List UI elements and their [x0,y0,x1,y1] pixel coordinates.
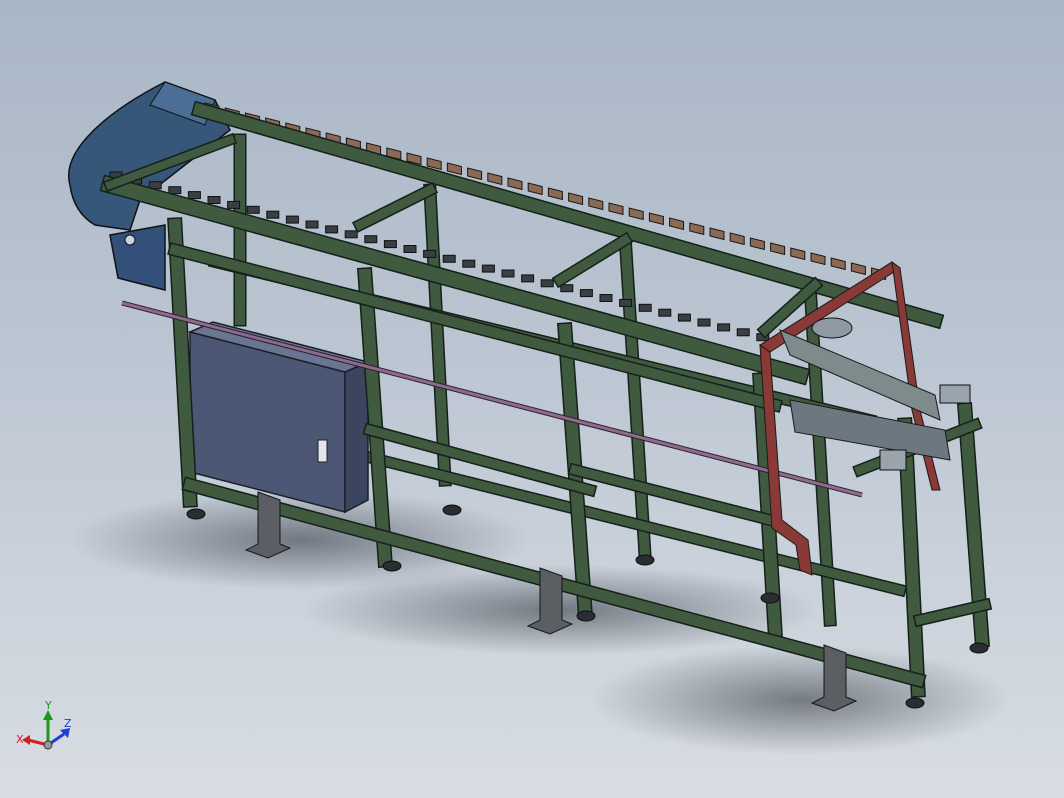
chain-link [462,259,476,268]
conveyor-slat [487,172,503,186]
chain-link [168,186,182,195]
leveling-foot [760,592,780,604]
conveyor-slat [568,192,584,206]
chain-link [207,196,221,204]
conveyor-slat [628,207,644,221]
chain-link [246,205,260,214]
y-axis-label: Y [44,699,52,712]
conveyor-slat [729,232,745,246]
top-crossbar-face [353,183,437,232]
chain-link [697,318,711,327]
conveyor-slat [648,212,664,226]
chain-link [285,215,299,224]
chain-link [521,274,535,283]
chain-link [658,308,672,317]
chain-link [423,249,437,258]
chain-link [717,323,731,332]
back-leg-face [619,229,651,561]
cad-viewport[interactable]: Y X Z [0,0,1064,798]
leveling-foot [576,610,596,622]
cabinet-handle-icon [317,439,328,463]
chain-link [677,313,691,322]
conveyor-slat [547,187,563,201]
conveyor-slat [790,247,806,261]
chain-link [638,303,652,312]
conveyor-slat [669,217,685,231]
leveling-foot [382,560,402,572]
conveyor-slat [527,182,543,196]
leveling-foot [186,508,206,520]
conveyor-slat [446,162,462,176]
x-axis-label: X [16,733,24,746]
motor-housing [109,224,166,291]
front-leg-face [898,418,925,697]
conveyor-model-view[interactable]: Y X Z [0,0,1064,798]
chain-link [501,269,515,278]
chain-link [187,191,201,200]
chain-link [383,240,397,249]
conveyor-slat [830,257,846,271]
leveling-foot [442,504,462,516]
chain-link [599,294,613,302]
chain-link [442,254,456,263]
leveling-foot [635,554,655,566]
leveling-foot [905,697,925,709]
chain-link [579,289,593,298]
chain-link [540,279,554,288]
chain-link [403,245,417,253]
conveyor-slat [588,197,604,211]
conveyor-slat [709,227,725,241]
chain-link [481,264,495,273]
conveyor-slat [810,252,826,266]
chain-link [560,284,574,293]
conveyor-slat [689,222,705,236]
electrical-cabinet [187,321,371,514]
chain-link [227,200,241,209]
chain-link [364,235,378,244]
chain-link [325,225,339,234]
front-leg-face [168,218,197,507]
conveyor-slat [770,242,786,256]
chain-link [305,220,319,229]
conveyor-slat [850,262,866,276]
chain-link [736,328,750,337]
chain-link [266,210,280,219]
top-crossbar-face [553,233,632,287]
conveyor-slat [608,202,624,216]
conveyor-slat [467,167,483,181]
conveyor-slat [749,237,765,251]
chain-link [344,230,358,239]
axis-triad: Y X Z [16,699,72,750]
leveling-foot [969,642,989,654]
chain-link [619,298,633,307]
conveyor-slat [507,177,523,191]
z-axis-label: Z [64,717,72,730]
